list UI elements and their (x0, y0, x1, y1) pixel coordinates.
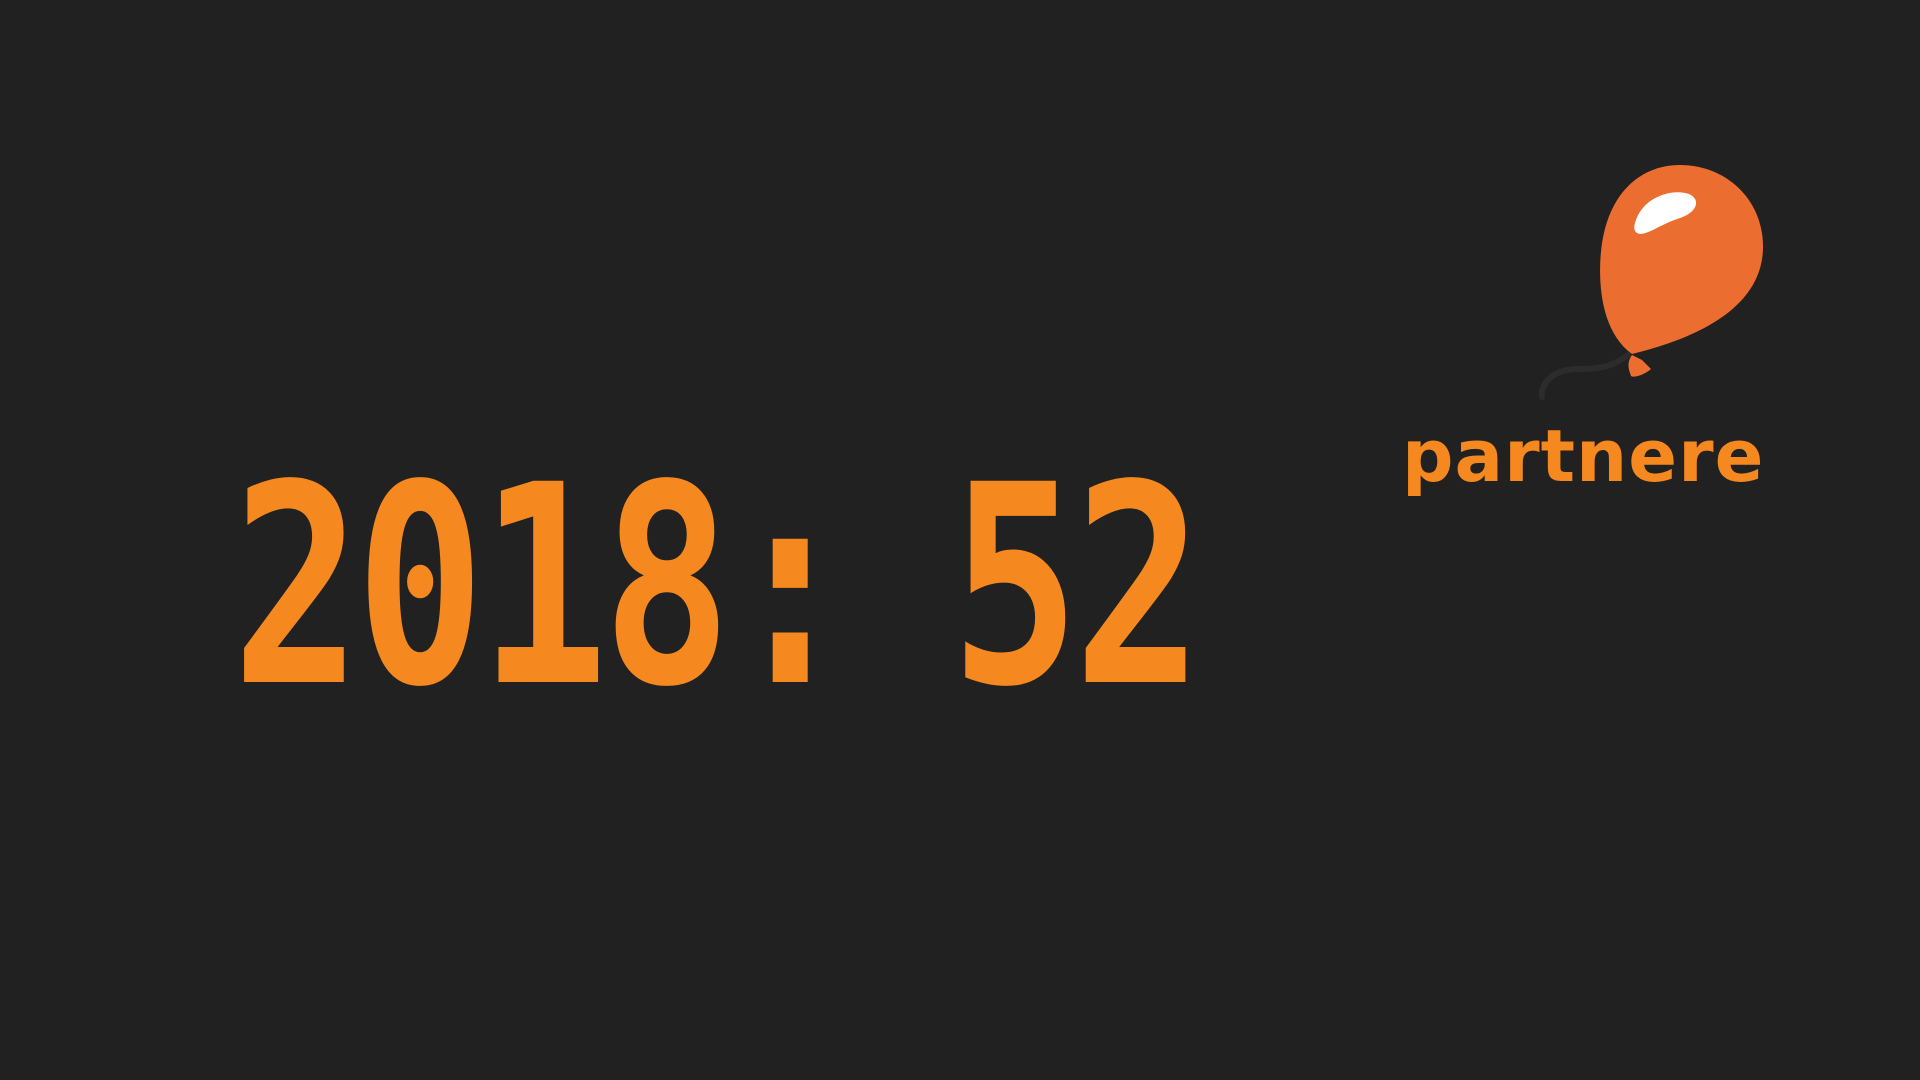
stat-separator: : (725, 427, 855, 748)
balloon-string (1538, 352, 1631, 400)
balloon-knot (1628, 355, 1651, 377)
big-stat: 2018 : 52 (232, 450, 1203, 726)
stat-caption: partnere (1402, 414, 1765, 498)
stat-count: 52 (950, 427, 1203, 748)
stat-year: 2018 (232, 427, 732, 748)
balloon-icon (1538, 165, 1764, 400)
stat-slide: 2018 : 52 partnere (0, 0, 1920, 1080)
